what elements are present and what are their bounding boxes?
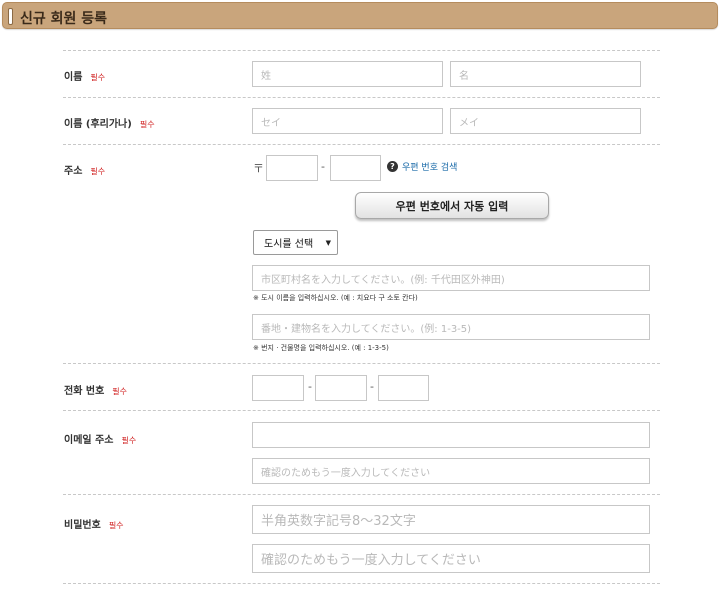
password-placeholder: 半角英数字記号8～32文字 <box>261 514 416 529</box>
required-badge: 필수 <box>90 73 106 82</box>
prefecture-select[interactable]: 도시를 선택 ▼ <box>253 230 338 255</box>
address-label: 주소 필수 <box>64 162 105 177</box>
row-divider <box>63 144 660 145</box>
zip-code-second-input[interactable] <box>330 155 381 181</box>
email-confirm-placeholder: 確認のためもう一度入力してください <box>261 467 431 479</box>
page-title: 신규 회원 등록 <box>20 11 108 27</box>
furigana-label-text: 이름 (후리가나) <box>64 119 132 130</box>
phone-last-input[interactable] <box>378 375 429 401</box>
help-icon: ? <box>387 161 398 172</box>
first-name-kana-input[interactable]: メイ <box>450 108 641 134</box>
row-divider <box>63 363 660 364</box>
password-label-text: 비밀번호 <box>64 520 101 531</box>
zip-search-link[interactable]: ? 우편 번호 검색 <box>387 160 457 173</box>
name-label: 이름 필수 <box>64 68 105 83</box>
required-badge: 필수 <box>112 387 128 396</box>
prefecture-select-value: 도시를 선택 <box>264 239 314 250</box>
phone-separator: - <box>370 380 374 393</box>
phone-label: 전화 번호 필수 <box>64 382 127 397</box>
postal-mark: 〒 <box>253 162 264 175</box>
zip-code-first-input[interactable] <box>266 155 318 181</box>
email-confirm-input[interactable]: 確認のためもう一度入力してください <box>252 458 650 484</box>
password-label: 비밀번호 필수 <box>64 516 124 531</box>
name-label-text: 이름 <box>64 72 83 83</box>
email-label-text: 이메일 주소 <box>64 435 114 446</box>
street-placeholder: 番地・建物名を入力してください。(例: 1-3-5) <box>261 323 472 335</box>
phone-separator: - <box>308 380 312 393</box>
city-input[interactable]: 市区町村名を入力してください。(例: 千代田区外神田) <box>252 265 650 291</box>
row-divider <box>63 583 660 584</box>
street-hint: ※ 번지 · 건물명을 입력하십시오. (예 : 1-3-5) <box>253 344 389 352</box>
row-divider <box>63 410 660 411</box>
required-badge: 필수 <box>108 521 124 530</box>
zip-separator: - <box>321 160 325 173</box>
address-label-text: 주소 <box>64 166 83 177</box>
phone-area-input[interactable] <box>252 375 304 401</box>
email-input[interactable] <box>252 422 650 448</box>
street-input[interactable]: 番地・建物名を入力してください。(例: 1-3-5) <box>252 314 650 340</box>
city-hint: ※ 도시 이름을 입력하십시오. (예 : 치요다 구 소토 칸다) <box>253 294 418 302</box>
header-accent-bar <box>8 8 13 25</box>
chevron-down-icon: ▼ <box>325 239 331 247</box>
email-label: 이메일 주소 필수 <box>64 431 136 446</box>
row-divider <box>63 494 660 495</box>
city-placeholder: 市区町村名を入力してください。(例: 千代田区外神田) <box>261 274 505 286</box>
row-divider <box>63 50 660 51</box>
zip-search-link-text: 우편 번호 검색 <box>402 163 458 173</box>
required-badge: 필수 <box>90 167 106 176</box>
last-name-kana-input[interactable]: セイ <box>252 108 443 134</box>
first-name-placeholder: 名 <box>459 70 469 82</box>
first-name-input[interactable]: 名 <box>450 61 641 87</box>
password-confirm-input[interactable]: 確認のためもう一度入力してください <box>252 544 650 573</box>
last-name-placeholder: 姓 <box>261 70 271 82</box>
phone-label-text: 전화 번호 <box>64 386 105 397</box>
required-badge: 필수 <box>139 120 155 129</box>
last-name-input[interactable]: 姓 <box>252 61 443 87</box>
phone-middle-input[interactable] <box>315 375 367 401</box>
row-divider <box>63 97 660 98</box>
password-input[interactable]: 半角英数字記号8～32文字 <box>252 505 650 534</box>
section-header: 신규 회원 등록 <box>2 2 718 29</box>
required-badge: 필수 <box>121 436 137 445</box>
first-name-kana-placeholder: メイ <box>459 117 479 129</box>
password-confirm-placeholder: 確認のためもう一度入力してください <box>261 553 481 568</box>
zip-autofill-button[interactable]: 우편 번호에서 자동 입력 <box>355 192 549 219</box>
last-name-kana-placeholder: セイ <box>261 117 281 129</box>
furigana-label: 이름 (후리가나) 필수 <box>64 115 155 130</box>
